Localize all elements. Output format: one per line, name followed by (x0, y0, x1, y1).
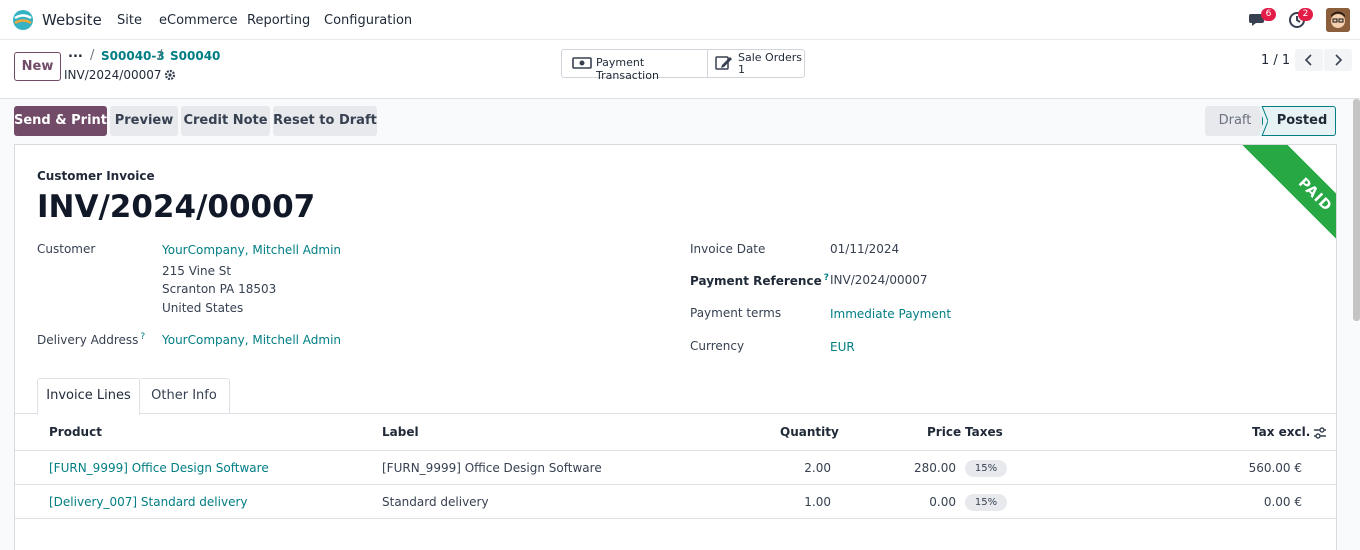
gear-icon[interactable] (164, 69, 176, 81)
currency-field[interactable]: EUR (830, 340, 855, 354)
messages-badge: 6 (1261, 8, 1276, 21)
table-row[interactable]: [FURN_9999] Office Design Software [FURN… (15, 451, 1336, 485)
menu-ecommerce[interactable]: eCommerce (159, 13, 238, 28)
address-line-2: Scranton PA 18503 (162, 282, 277, 296)
customer-field[interactable]: YourCompany, Mitchell Admin (162, 243, 341, 257)
product-cell[interactable]: [Delivery_007] Standard delivery (49, 495, 248, 509)
pager-value[interactable]: 1 / 1 (1261, 53, 1290, 68)
chevron-left-icon (1304, 54, 1312, 66)
status-draft[interactable]: Draft (1205, 106, 1265, 136)
column-quantity[interactable]: Quantity (780, 425, 839, 439)
label-cell[interactable]: Standard delivery (382, 495, 489, 509)
ribbon-text: PAID (1218, 145, 1336, 292)
payment-reference-label: Payment Reference? (690, 273, 829, 288)
payment-reference-field[interactable]: INV/2024/00007 (830, 273, 928, 287)
quantity-cell[interactable]: 1.00 (731, 495, 831, 509)
price-cell[interactable]: 280.00 (856, 461, 956, 475)
currency-label: Currency (690, 339, 745, 353)
menu-configuration[interactable]: Configuration (324, 13, 412, 28)
invoice-number-title: INV/2024/00007 (37, 189, 316, 225)
breadcrumb-item-s00040[interactable]: S00040 (170, 49, 220, 63)
delivery-address-field[interactable]: YourCompany, Mitchell Admin (162, 333, 341, 347)
tax-badge[interactable]: 15% (965, 460, 1007, 477)
address-line-1: 215 Vine St (162, 264, 232, 278)
breadcrumb-separator: / (158, 48, 163, 63)
status-posted[interactable]: Posted (1262, 106, 1336, 136)
table-row[interactable]: [Delivery_007] Standard delivery Standar… (15, 485, 1336, 519)
subtotal-cell: 560.00 € (1248, 461, 1302, 475)
pager-previous-button[interactable] (1295, 49, 1323, 71)
menu-reporting[interactable]: Reporting (247, 13, 310, 28)
column-taxes[interactable]: Taxes (965, 425, 1003, 439)
payment-terms-label: Payment terms (690, 306, 782, 320)
column-tax-excl[interactable]: Tax excl. (1252, 425, 1310, 439)
chevron-right-icon (1335, 54, 1343, 66)
invoice-date-field[interactable]: 01/11/2024 (830, 242, 899, 256)
menu-site[interactable]: Site (117, 13, 142, 28)
tab-other-info[interactable]: Other Info (139, 378, 230, 414)
payment-terms-field[interactable]: Immediate Payment (830, 307, 951, 321)
sale-orders-count: 1 (738, 63, 745, 76)
optional-columns-icon[interactable] (1313, 426, 1327, 440)
paid-ribbon: PAID (1205, 145, 1336, 293)
payment-reference-label-text: Payment Reference (690, 274, 822, 288)
breadcrumb-separator: / (90, 48, 95, 63)
product-cell[interactable]: [FURN_9999] Office Design Software (49, 461, 269, 475)
money-icon (572, 57, 592, 69)
column-price[interactable]: Price (927, 425, 961, 439)
payment-transaction-button[interactable]: Payment Transaction (562, 50, 707, 82)
tab-invoice-lines[interactable]: Invoice Lines (37, 378, 140, 415)
control-panel: New ... / S00040-3 / S00040 INV/2024/000… (0, 40, 1360, 99)
sale-orders-label: Sale Orders (738, 51, 803, 64)
reset-to-draft-button[interactable]: Reset to Draft (273, 106, 377, 136)
smart-buttons: Payment Transaction Sale Orders 1 (561, 49, 805, 82)
invoice-date-label: Invoice Date (690, 242, 766, 256)
address-line-3: United States (162, 301, 244, 315)
edit-icon (715, 56, 732, 70)
payment-transaction-label: Payment Transaction (596, 56, 659, 82)
subtotal-cell: 0.00 € (1263, 495, 1302, 509)
tax-badge[interactable]: 15% (965, 494, 1007, 511)
table-header: Product Label Quantity Price Taxes Tax e… (15, 414, 1336, 451)
help-icon[interactable]: ? (140, 332, 145, 342)
website-app-icon[interactable] (12, 9, 34, 31)
user-avatar[interactable] (1326, 8, 1350, 32)
invoice-form-sheet: PAID Customer Invoice INV/2024/00007 Cus… (14, 144, 1337, 550)
record-name: INV/2024/00007 (64, 68, 162, 82)
new-button[interactable]: New (14, 52, 61, 81)
send-print-button[interactable]: Send & Print (14, 106, 107, 136)
page-scrollbar[interactable] (1353, 99, 1360, 321)
avatar-face-icon (1326, 8, 1350, 32)
help-icon[interactable]: ? (824, 273, 829, 283)
quantity-cell[interactable]: 2.00 (731, 461, 831, 475)
document-type-label: Customer Invoice (37, 169, 155, 183)
label-cell[interactable]: [FURN_9999] Office Design Software (382, 461, 602, 475)
status-arrow-icon (1258, 106, 1268, 136)
column-product[interactable]: Product (49, 425, 102, 439)
customer-label: Customer (37, 242, 96, 256)
top-navbar: Website Site eCommerce Reporting Configu… (0, 0, 1360, 40)
column-label[interactable]: Label (382, 425, 419, 439)
activities-badge: 2 (1298, 8, 1313, 21)
delivery-address-label-text: Delivery Address (37, 333, 139, 347)
breadcrumb-more[interactable]: ... (68, 46, 83, 61)
delivery-address-label: Delivery Address? (37, 332, 145, 347)
breadcrumb-item-s00040-3[interactable]: S00040-3 (101, 49, 165, 63)
app-name[interactable]: Website (42, 11, 102, 29)
preview-button[interactable]: Preview (110, 106, 178, 136)
price-cell[interactable]: 0.00 (856, 495, 956, 509)
credit-note-button[interactable]: Credit Note (181, 106, 270, 136)
sale-orders-button[interactable]: Sale Orders 1 (708, 50, 805, 77)
pager-next-button[interactable] (1324, 49, 1352, 71)
